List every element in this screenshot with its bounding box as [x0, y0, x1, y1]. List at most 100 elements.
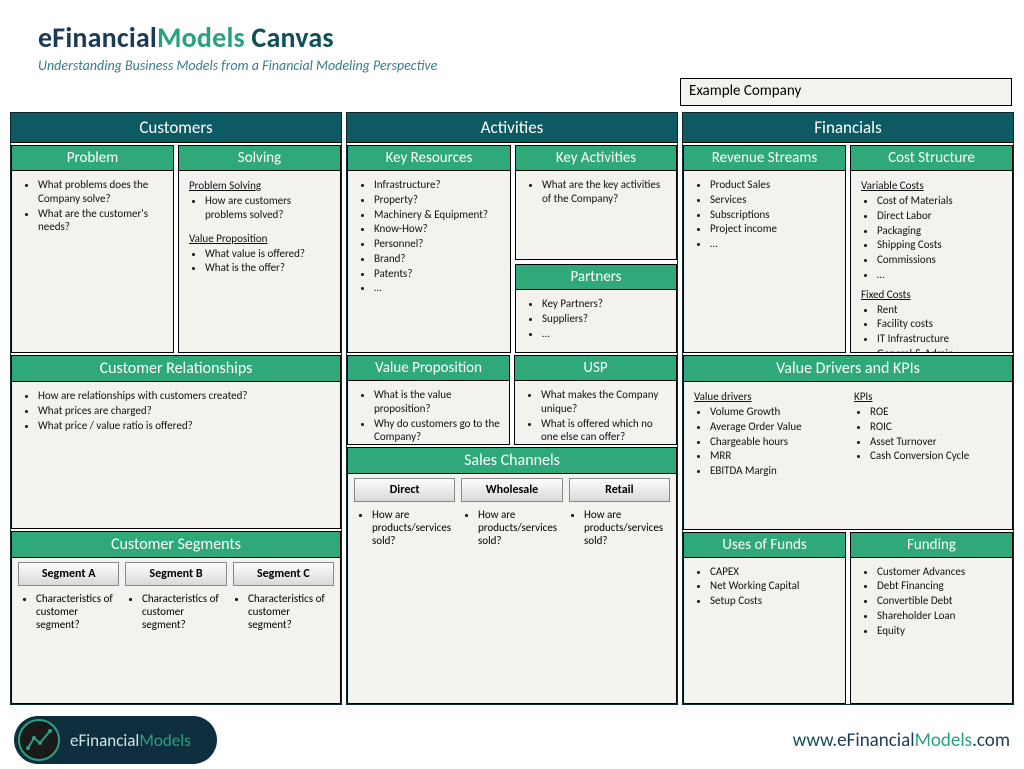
col-customers: Customers Problem What problems does the…: [10, 112, 342, 705]
cell-h-value-prop: Value Proposition: [348, 356, 509, 381]
col-header-financials: Financials: [683, 113, 1013, 143]
cell-body-problem: What problems does the Company solve? Wh…: [12, 171, 173, 352]
list-item: Chargeable hours: [710, 435, 844, 449]
cell-body-solving: Problem Solving How are customers proble…: [179, 171, 340, 352]
cell-problem: Problem What problems does the Company s…: [11, 145, 174, 353]
tab-segment-b[interactable]: Segment B: [125, 562, 226, 586]
list-item: What is the offer?: [205, 261, 332, 275]
list-item: General & Admin: [877, 347, 1004, 352]
tab-segment-c[interactable]: Segment C: [233, 562, 334, 586]
footer-url[interactable]: www.eFinancialModels.com: [793, 729, 1010, 752]
list-item: Commissions: [877, 253, 1004, 267]
segment-tabs: Segment A Segment B Segment C: [12, 558, 340, 588]
logo-models: Models: [139, 730, 190, 751]
list-item: Personnel?: [374, 237, 502, 251]
row-resources-activities: Key Resources Infrastructure? Property? …: [347, 145, 677, 353]
tab-wholesale[interactable]: Wholesale: [461, 478, 562, 502]
list-item: EBITDA Margin: [710, 464, 844, 478]
list-item: What prices are charged?: [38, 404, 332, 418]
list-item: How are customers problems solved?: [205, 194, 332, 222]
list-item: How are products/services sold?: [372, 508, 456, 547]
list-item: Shareholder Loan: [877, 609, 1004, 623]
list-item: What makes the Company unique?: [541, 388, 668, 416]
cell-body-revenue: Product Sales Services Subscriptions Pro…: [684, 171, 845, 352]
cell-h-funding: Funding: [851, 533, 1012, 558]
tab-direct[interactable]: Direct: [354, 478, 455, 502]
company-name-box[interactable]: Example Company: [680, 78, 1012, 106]
title-e: e: [38, 20, 52, 55]
cell-key-activities: Key Activities What are the key activiti…: [515, 145, 677, 260]
list-item: What price / value ratio is offered?: [38, 419, 332, 433]
list-item: Average Order Value: [710, 420, 844, 434]
list-item: What value is offered?: [205, 247, 332, 261]
col-financials: Financials Revenue Streams Product Sales…: [682, 112, 1014, 705]
row-problem-solving: Problem What problems does the Company s…: [11, 145, 341, 353]
footer: eFinancialModels www.eFinancialModels.co…: [0, 711, 1024, 769]
list-item: Volume Growth: [710, 405, 844, 419]
cell-h-cust-rel: Customer Relationships: [12, 356, 340, 382]
tab-segment-a[interactable]: Segment A: [18, 562, 119, 586]
cell-revenue: Revenue Streams Product Sales Services S…: [683, 145, 846, 353]
cell-body-key-activities: What are the key activities of the Compa…: [516, 171, 676, 259]
list-item: …: [877, 268, 1004, 282]
list-item: ROIC: [870, 420, 1004, 434]
list-item: Packaging: [877, 224, 1004, 238]
list-item: IT Infrastructure: [877, 332, 1004, 346]
list-item: Cost of Materials: [877, 194, 1004, 208]
list-item: Key Partners?: [542, 297, 668, 311]
list-item: Services: [710, 193, 837, 207]
list-item: Property?: [374, 193, 502, 207]
cell-body-key-resources: Infrastructure? Property? Machinery & Eq…: [348, 171, 510, 352]
cell-value-prop: Value Proposition What is the value prop…: [347, 355, 510, 445]
list-item: Equity: [877, 624, 1004, 638]
section-title: Variable Costs: [861, 179, 1004, 192]
list-item: Characteristics of customer segment?: [36, 592, 120, 631]
title-financial: Financial: [52, 20, 157, 55]
list-item: Facility costs: [877, 317, 1004, 331]
cell-h-sales-channels: Sales Channels: [348, 448, 676, 474]
cell-h-cust-segments: Customer Segments: [12, 532, 340, 558]
title-canvas: Canvas: [245, 20, 334, 55]
cell-body-cust-rel: How are relationships with customers cre…: [12, 382, 340, 528]
url-prefix: www.: [793, 729, 837, 752]
cell-body-cost: Variable Costs Cost of Materials Direct …: [851, 171, 1012, 352]
segment-cols: Characteristics of customer segment? Cha…: [12, 588, 340, 704]
list-item: Brand?: [374, 252, 502, 266]
logo-pill: eFinancialModels: [14, 716, 217, 764]
list-item: How are products/services sold?: [478, 508, 562, 547]
cell-body-partners: Key Partners? Suppliers? …: [516, 290, 676, 352]
cell-h-cost: Cost Structure: [851, 146, 1012, 171]
list-item: ROE: [870, 405, 1004, 419]
url-models: Models: [915, 729, 973, 752]
list-item: Characteristics of customer segment?: [248, 592, 332, 631]
list-item: Convertible Debt: [877, 594, 1004, 608]
list-item: Know-How?: [374, 222, 502, 236]
row-revenue-cost: Revenue Streams Product Sales Services S…: [683, 145, 1013, 353]
cell-funding: Funding Customer Advances Debt Financing…: [850, 532, 1013, 705]
cell-cust-rel: Customer Relationships How are relations…: [11, 355, 341, 529]
tab-retail[interactable]: Retail: [569, 478, 670, 502]
list-item: What is offered which no one else can of…: [541, 417, 668, 445]
list-item: Characteristics of customer segment?: [142, 592, 226, 631]
section-title: KPIs: [854, 390, 1004, 403]
canvas-root: eFinancialModels Canvas Understanding Bu…: [0, 0, 1024, 769]
cell-h-key-resources: Key Resources: [348, 146, 510, 171]
cell-key-resources: Key Resources Infrastructure? Property? …: [347, 145, 511, 353]
section-title: Value Proposition: [189, 232, 332, 245]
list-item: Setup Costs: [710, 594, 837, 608]
list-item: Infrastructure?: [374, 178, 502, 192]
list-item: …: [374, 281, 502, 295]
cell-partners: Partners Key Partners? Suppliers? …: [515, 264, 677, 353]
list-item: …: [710, 237, 837, 251]
logo-financial: Financial: [78, 730, 139, 751]
section-title: Value drivers: [694, 390, 844, 403]
cell-usp: USP What makes the Company unique? What …: [514, 355, 677, 445]
list-item: Cash Conversion Cycle: [870, 449, 1004, 463]
channel-tabs: Direct Wholesale Retail: [348, 474, 676, 504]
list-item: Project income: [710, 222, 837, 236]
list-item: Customer Advances: [877, 565, 1004, 579]
list-item: Rent: [877, 303, 1004, 317]
list-item: Net Working Capital: [710, 579, 837, 593]
list-item: Asset Turnover: [870, 435, 1004, 449]
row-valueprop-usp: Value Proposition What is the value prop…: [347, 355, 677, 445]
